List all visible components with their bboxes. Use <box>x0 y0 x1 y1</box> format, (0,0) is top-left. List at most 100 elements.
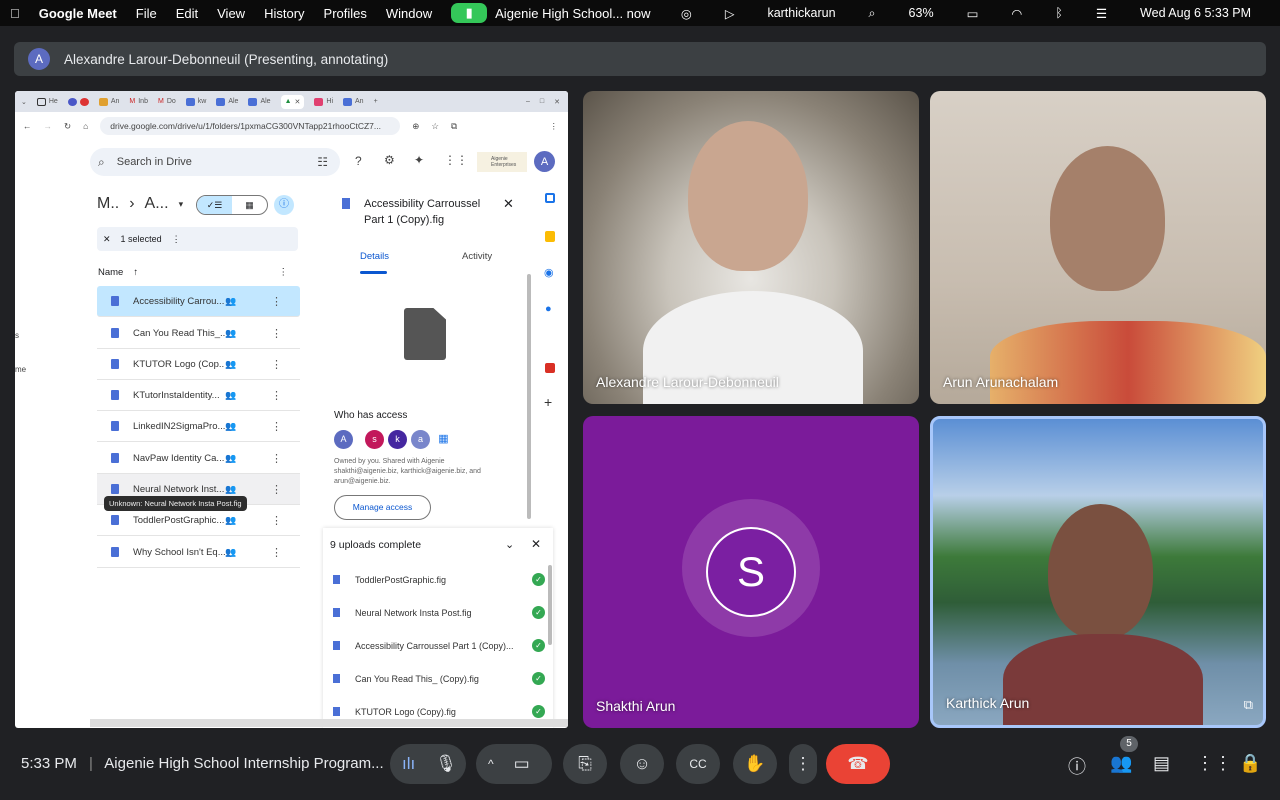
participant-tile[interactable]: S Shakthi Arun <box>583 416 919 728</box>
more-options-button[interactable]: ⋮ <box>789 744 817 784</box>
upload-item[interactable]: Can You Read This_ (Copy).fig ✓ <box>330 662 545 695</box>
row-more-icon[interactable]: ⋮ <box>271 546 282 559</box>
datetime[interactable]: Wed Aug 6 5:33 PM <box>1140 6 1251 20</box>
wifi-extra-icon[interactable]: ◎ <box>681 6 692 21</box>
browser-tab[interactable]: He <box>36 97 58 106</box>
bluetooth-icon[interactable]: ᛒ <box>1055 6 1063 20</box>
file-row[interactable]: NavPaw Identity Ca... 👥 ⋮ <box>97 443 300 474</box>
chat-icon[interactable]: ▤ <box>1153 753 1170 774</box>
emoji-button[interactable]: ☺ <box>620 744 664 784</box>
file-row[interactable]: Accessibility Carrou... 👥 ⋮ <box>97 286 300 317</box>
avatar[interactable]: A <box>334 430 353 449</box>
battery-icon[interactable]: ▭ <box>967 6 979 21</box>
drive-search[interactable]: ⌕ Search in Drive ☷ <box>90 148 340 176</box>
row-more-icon[interactable]: ⋮ <box>271 514 282 527</box>
tab-details[interactable]: Details <box>360 251 389 262</box>
row-more-icon[interactable]: ⋮ <box>271 327 282 340</box>
address-bar[interactable]: drive.google.com/drive/u/1/folders/1pxma… <box>100 117 401 135</box>
browser-tab[interactable]: Hi <box>314 97 333 106</box>
meeting-status[interactable]: Aigenie High School... now <box>495 6 650 21</box>
avatar[interactable]: k <box>388 430 407 449</box>
extension-icon[interactable]: ⧉ <box>451 121 457 132</box>
upload-item[interactable]: Neural Network Insta Post.fig ✓ <box>330 596 545 629</box>
spotlight-search-icon[interactable]: ⌕ <box>869 6 876 21</box>
file-row[interactable]: LinkedIN2SigmaPro... 👥 ⋮ <box>97 411 300 442</box>
raise-hand-button[interactable]: ✋ <box>733 744 777 784</box>
reload-icon[interactable]: ↻ <box>64 121 71 132</box>
tab-activity[interactable]: Activity <box>462 251 492 262</box>
participant-tile[interactable]: Arun Arunachalam <box>930 91 1266 404</box>
play-icon[interactable]: ▷ <box>725 6 735 21</box>
bookmark-star-icon[interactable]: ☆ <box>431 121 439 132</box>
search-input[interactable]: Search in Drive <box>117 156 306 168</box>
selection-more-icon[interactable]: ⋮ <box>172 234 181 245</box>
row-more-icon[interactable]: ⋮ <box>271 483 282 496</box>
upload-item[interactable]: ToddlerPostGraphic.fig ✓ <box>330 563 545 596</box>
help-icon[interactable]: ? <box>355 154 362 168</box>
forward-icon[interactable]: → <box>44 121 53 131</box>
list-view-button[interactable]: ✓☰ <box>197 196 232 214</box>
participant-tile[interactable]: Alexandre Larour-Debonneuil <box>583 91 919 404</box>
sort-arrow-icon[interactable]: ↑ <box>133 267 138 278</box>
people-icon[interactable]: 👥 <box>1110 753 1132 774</box>
menu-profiles[interactable]: Profiles <box>324 6 367 21</box>
info-icon[interactable]: ⓘ <box>274 195 294 215</box>
back-icon[interactable]: ← <box>23 121 32 131</box>
name-column-header[interactable]: Name ↑ ⋮ <box>98 267 288 278</box>
avatar[interactable]: a <box>411 430 430 449</box>
browser-tab[interactable]: Ale <box>248 97 271 106</box>
breadcrumb-item[interactable]: A... <box>145 195 169 213</box>
details-scrollbar[interactable] <box>527 274 531 519</box>
leave-call-button[interactable]: ☎ <box>826 744 890 784</box>
camera-button[interactable]: ▭ <box>514 754 530 774</box>
tasks-icon[interactable]: ◉ <box>544 266 554 279</box>
account-avatar[interactable]: A <box>534 151 555 172</box>
browser-tab-active-drive[interactable]: ▲ ✕ <box>280 94 305 109</box>
keep-icon[interactable] <box>545 231 555 242</box>
gemini-icon[interactable]: ✦ <box>414 153 424 167</box>
filter-icon[interactable]: ☷ <box>317 155 328 169</box>
menu-window[interactable]: Window <box>386 6 432 21</box>
add-addon-icon[interactable]: + <box>544 394 552 410</box>
microphone-button[interactable]: 🎙 <box>435 754 457 774</box>
browser-tab[interactable]: Ale <box>216 97 238 106</box>
app-name[interactable]: Google Meet <box>39 6 117 21</box>
row-more-icon[interactable]: ⋮ <box>271 358 282 371</box>
clear-selection-icon[interactable]: ✕ <box>103 234 111 245</box>
collapse-uploads-icon[interactable]: ⌄ <box>505 538 514 551</box>
file-row[interactable]: Can You Read This_... 👥 ⋮ <box>97 318 300 349</box>
minimize-button[interactable]: – <box>526 98 530 105</box>
menu-history[interactable]: History <box>264 6 304 21</box>
close-uploads-icon[interactable]: ✕ <box>531 537 541 551</box>
grid-view-button[interactable]: ▦ <box>232 196 267 214</box>
menubar-user[interactable]: karthickarun <box>767 6 835 20</box>
browser-tab[interactable]: An <box>343 97 364 106</box>
menu-edit[interactable]: Edit <box>176 6 198 21</box>
present-screen-button[interactable]: ⎘ <box>563 744 607 784</box>
tab-list-icon[interactable]: ⌄ <box>21 98 27 106</box>
row-more-icon[interactable]: ⋮ <box>271 295 282 308</box>
battery-percent[interactable]: 63% <box>909 6 934 20</box>
column-more-icon[interactable]: ⋮ <box>279 267 289 278</box>
activities-icon[interactable]: ⋮⋮ <box>1196 753 1232 774</box>
row-more-icon[interactable]: ⋮ <box>271 389 282 402</box>
apps-grid-icon[interactable]: ⋮⋮ <box>444 153 468 167</box>
browser-menu-icon[interactable]: ⋮ <box>550 121 559 132</box>
row-more-icon[interactable]: ⋮ <box>271 420 282 433</box>
home-icon[interactable]: ⌂ <box>83 121 88 131</box>
maximize-button[interactable]: □ <box>540 98 544 105</box>
row-more-icon[interactable]: ⋮ <box>271 452 282 465</box>
browser-tab[interactable]: An <box>98 97 119 106</box>
breadcrumb-item[interactable]: M.. <box>97 195 119 213</box>
file-row[interactable]: Why School Isn't Eq... 👥 ⋮ <box>97 537 300 568</box>
zoom-icon[interactable]: ⊕ <box>412 121 419 132</box>
contacts-icon[interactable]: ● <box>545 303 552 315</box>
menu-view[interactable]: View <box>217 6 245 21</box>
close-details-icon[interactable]: ✕ <box>503 196 514 212</box>
camera-options-button[interactable]: ^ <box>488 757 494 771</box>
browser-tab[interactable]: kw <box>185 97 206 106</box>
avatar[interactable]: s <box>365 430 384 449</box>
meeting-details-icon[interactable]: ⓘ <box>1068 753 1086 779</box>
addon-icon[interactable] <box>545 363 555 373</box>
file-row[interactable]: KTutorInstaIdentity... 👥 ⋮ <box>97 380 300 411</box>
